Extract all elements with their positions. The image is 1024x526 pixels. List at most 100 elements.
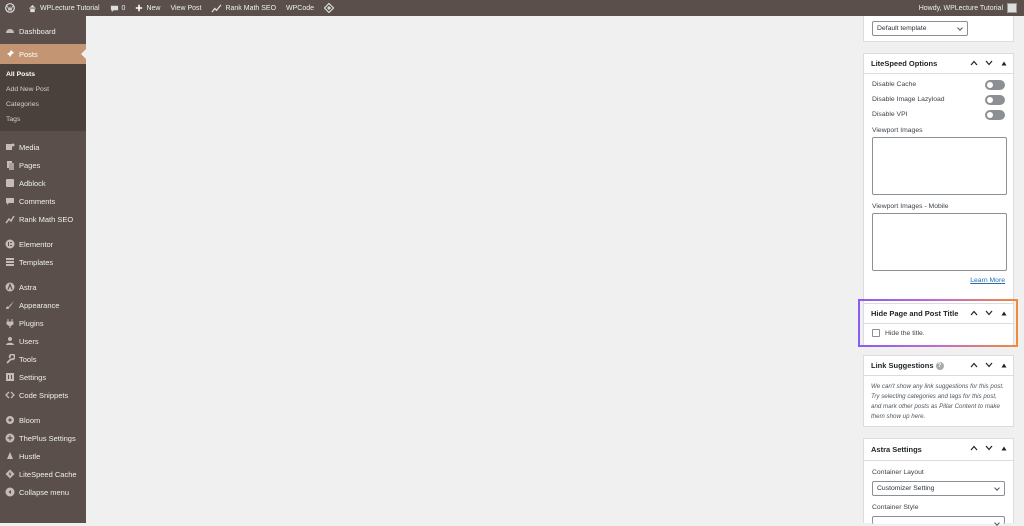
litespeed-options-box: LiteSpeed Options Disable Cache Disable …	[863, 53, 1014, 306]
disable-vpi-toggle[interactable]	[985, 109, 1005, 120]
menu-theplus[interactable]: ThePlus Settings	[0, 429, 86, 447]
templates-icon	[5, 257, 15, 267]
menu-label: Collapse menu	[19, 487, 70, 497]
wrench-icon	[5, 354, 15, 364]
wpcode-link[interactable]: WPCode	[281, 0, 319, 16]
template-box: Default template	[863, 16, 1014, 42]
new-content-link[interactable]: New	[130, 0, 165, 16]
menu-tools[interactable]: Tools	[0, 350, 86, 368]
collapse-triangle-icon[interactable]	[1000, 444, 1008, 452]
pushpin-icon	[5, 49, 15, 59]
litespeed-box-header[interactable]: LiteSpeed Options	[864, 54, 1013, 74]
plug-icon	[5, 318, 15, 328]
menu-label: Code Snippets	[19, 390, 69, 400]
comments-link[interactable]: 0	[105, 0, 131, 16]
rank-math-label: Rank Math SEO	[225, 4, 277, 12]
menu-bloom[interactable]: Bloom	[0, 411, 86, 429]
chevron-up-icon[interactable]	[970, 59, 978, 67]
chevron-down-icon[interactable]	[985, 361, 993, 369]
site-name-link[interactable]: WPLecture Tutorial	[23, 0, 105, 16]
menu-adblock[interactable]: Adblock	[0, 174, 86, 192]
disable-lazyload-toggle[interactable]	[985, 94, 1005, 105]
menu-label: Plugins	[19, 318, 44, 328]
menu-posts[interactable]: Posts	[0, 44, 86, 64]
view-post-link[interactable]: View Post	[165, 0, 206, 16]
disable-vpi-row: Disable VPI	[864, 107, 1013, 122]
menu-pages[interactable]: Pages	[0, 156, 86, 174]
view-post-label: View Post	[170, 4, 202, 12]
menu-litespeed-cache[interactable]: LiteSpeed Cache	[0, 465, 86, 483]
viewport-images-mobile-textarea[interactable]	[872, 213, 1007, 271]
hustle-icon	[5, 451, 15, 461]
comments-icon	[5, 196, 15, 206]
diamond-icon	[324, 3, 335, 13]
menu-appearance[interactable]: Appearance	[0, 296, 86, 314]
menu-label: ThePlus Settings	[19, 433, 76, 443]
rank-math-link[interactable]: Rank Math SEO	[206, 0, 281, 16]
menu-label: Posts	[19, 49, 38, 59]
viewport-images-label: Viewport Images	[872, 127, 923, 134]
collapse-menu-button[interactable]: Collapse menu	[0, 483, 86, 501]
link-suggestions-box: Link Suggestions ? We can't show any lin…	[863, 355, 1014, 427]
disable-cache-toggle[interactable]	[985, 79, 1005, 90]
chevron-up-icon[interactable]	[970, 444, 978, 452]
menu-dashboard[interactable]: Dashboard	[0, 22, 86, 40]
chevron-down-icon[interactable]	[985, 444, 993, 452]
menu-plugins[interactable]: Plugins	[0, 314, 86, 332]
viewport-images-textarea[interactable]	[872, 137, 1007, 195]
admin-sidebar: Dashboard Posts All Posts Add New Post C…	[0, 16, 86, 523]
menu-settings[interactable]: Settings	[0, 368, 86, 386]
avatar	[1007, 3, 1017, 13]
menu-rank-math[interactable]: Rank Math SEO	[0, 210, 86, 228]
menu-users[interactable]: Users	[0, 332, 86, 350]
menu-label: Hustle	[19, 451, 41, 461]
submenu-add-new-post[interactable]: Add New Post	[0, 82, 86, 97]
learn-more-link[interactable]: Learn More	[864, 277, 1013, 284]
plus-icon	[136, 4, 143, 12]
submenu-categories[interactable]: Categories	[0, 97, 86, 112]
rank-math-icon	[5, 214, 15, 224]
menu-media[interactable]: Media	[0, 138, 86, 156]
collapse-triangle-icon[interactable]	[1000, 59, 1008, 67]
menu-hustle[interactable]: Hustle	[0, 447, 86, 465]
menu-label: Appearance	[19, 300, 60, 310]
chevron-down-icon[interactable]	[985, 59, 993, 67]
submenu-all-posts[interactable]: All Posts	[0, 67, 86, 82]
menu-elementor[interactable]: Elementor	[0, 235, 86, 253]
litespeed-icon	[5, 469, 15, 479]
menu-label: LiteSpeed Cache	[19, 469, 77, 479]
menu-label: Astra	[19, 282, 37, 292]
menu-astra[interactable]: Astra	[0, 278, 86, 296]
new-label: New	[146, 4, 161, 12]
menu-label: Pages	[19, 160, 41, 170]
menu-label: Media	[19, 142, 40, 152]
greeting: Howdy, WPLecture Tutorial	[918, 4, 1003, 12]
template-select[interactable]: Default template	[872, 21, 968, 36]
astra-settings-header[interactable]: Astra Settings	[864, 439, 1013, 461]
menu-comments[interactable]: Comments	[0, 192, 86, 210]
menu-templates[interactable]: Templates	[0, 253, 86, 271]
media-icon	[5, 142, 15, 152]
menu-label: Rank Math SEO	[19, 214, 74, 224]
wordpress-logo-button[interactable]	[0, 0, 23, 16]
menu-label: Settings	[19, 372, 47, 382]
home-icon	[28, 4, 37, 12]
help-icon[interactable]: ?	[935, 361, 944, 370]
chevron-up-icon[interactable]	[970, 361, 978, 369]
settings-icon	[5, 372, 15, 382]
container-layout-select[interactable]: Customizer Setting	[872, 481, 1005, 496]
box-title: Link Suggestions	[871, 361, 934, 370]
box-title: LiteSpeed Options	[871, 59, 938, 68]
theplus-icon	[5, 433, 15, 443]
menu-code-snippets[interactable]: Code Snippets	[0, 386, 86, 404]
pages-icon	[5, 160, 15, 170]
posts-submenu: All Posts Add New Post Categories Tags	[0, 64, 86, 131]
collapse-icon	[5, 487, 15, 497]
submenu-tags[interactable]: Tags	[0, 112, 86, 127]
menu-label: Dashboard	[19, 26, 56, 36]
link-suggestions-header[interactable]: Link Suggestions ?	[864, 356, 1013, 376]
link-suggestions-text: We can't show any link suggestions for t…	[871, 383, 1004, 420]
my-account-link[interactable]: Howdy, WPLecture Tutorial	[914, 0, 1022, 16]
diamond-menu-button[interactable]	[319, 0, 342, 16]
collapse-triangle-icon[interactable]	[1000, 361, 1008, 369]
